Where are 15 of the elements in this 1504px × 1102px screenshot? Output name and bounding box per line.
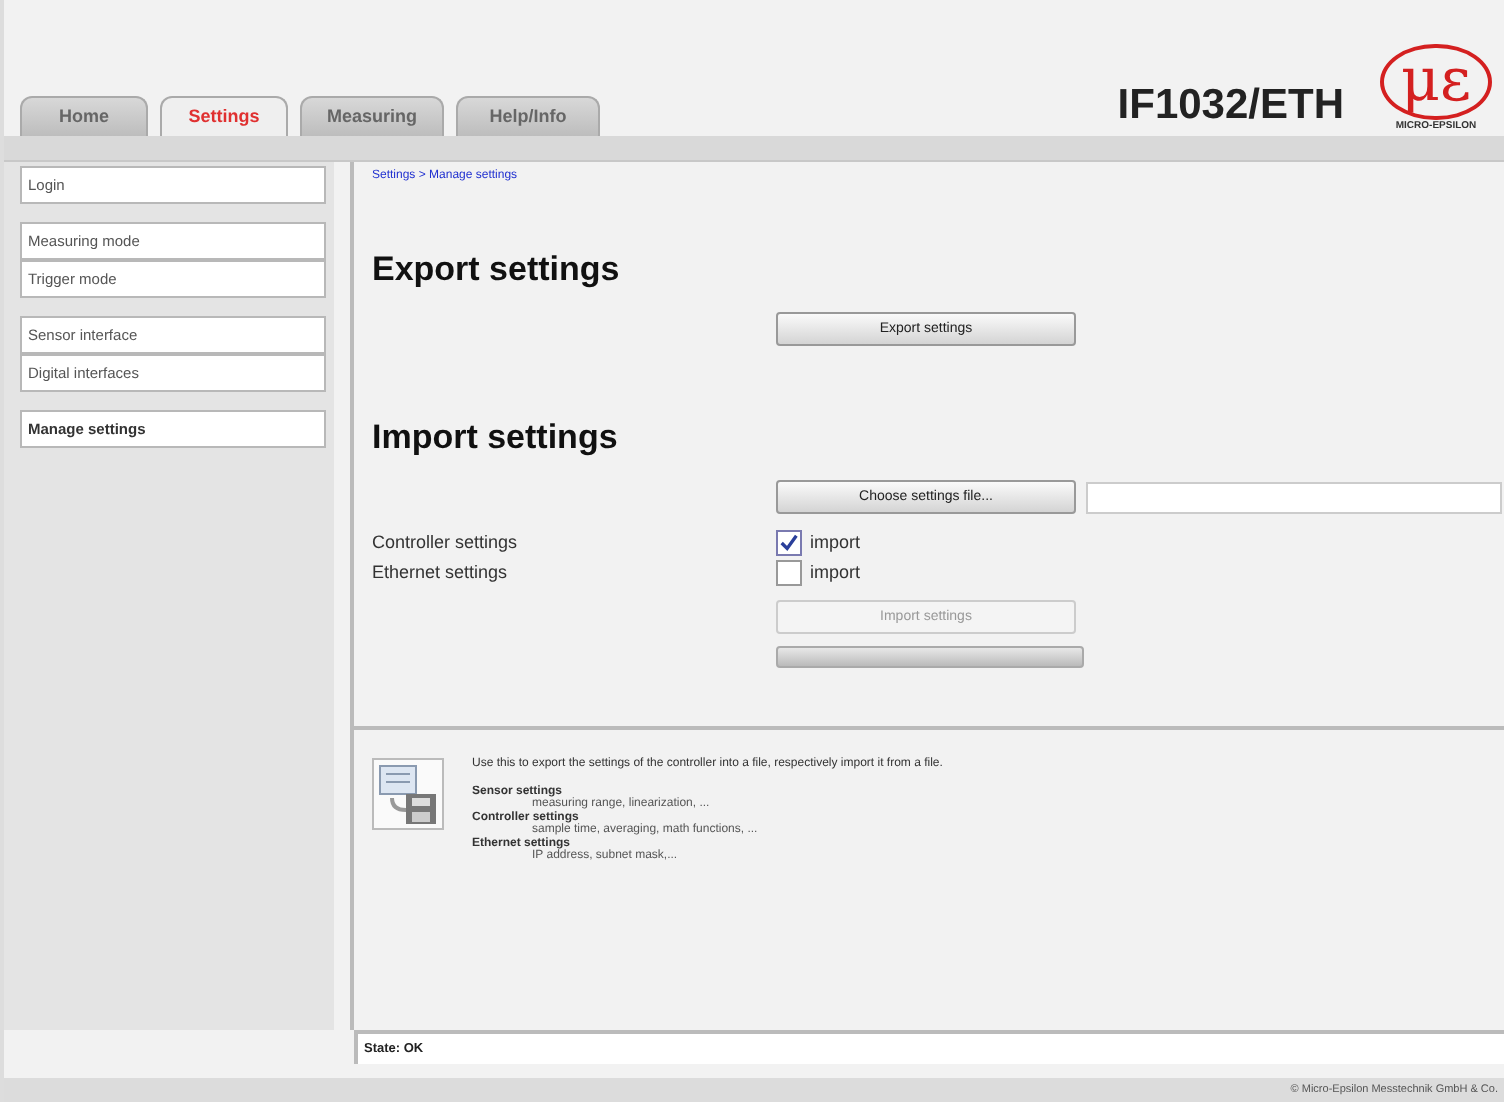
option-label: Controller settings (372, 532, 520, 553)
nav-tab[interactable]: Help/Info (456, 95, 600, 136)
section-heading: Export settings (372, 249, 622, 290)
option-label: Ethernet settings (372, 562, 510, 583)
nav-tab[interactable]: Measuring (300, 95, 444, 136)
nav-tab[interactable]: Settings (160, 95, 288, 136)
settings-file-icon (372, 757, 444, 830)
section-heading: Import settings (372, 417, 620, 458)
device-title: IF1032/ETH (1117, 81, 1344, 130)
nav-tab[interactable]: Home (20, 95, 148, 136)
checkbox-label: import (810, 562, 861, 583)
checkbox-label: import (810, 532, 861, 553)
checkbox[interactable] (776, 559, 802, 586)
checkbox[interactable] (776, 529, 802, 556)
file-path-field[interactable] (1086, 481, 1502, 514)
